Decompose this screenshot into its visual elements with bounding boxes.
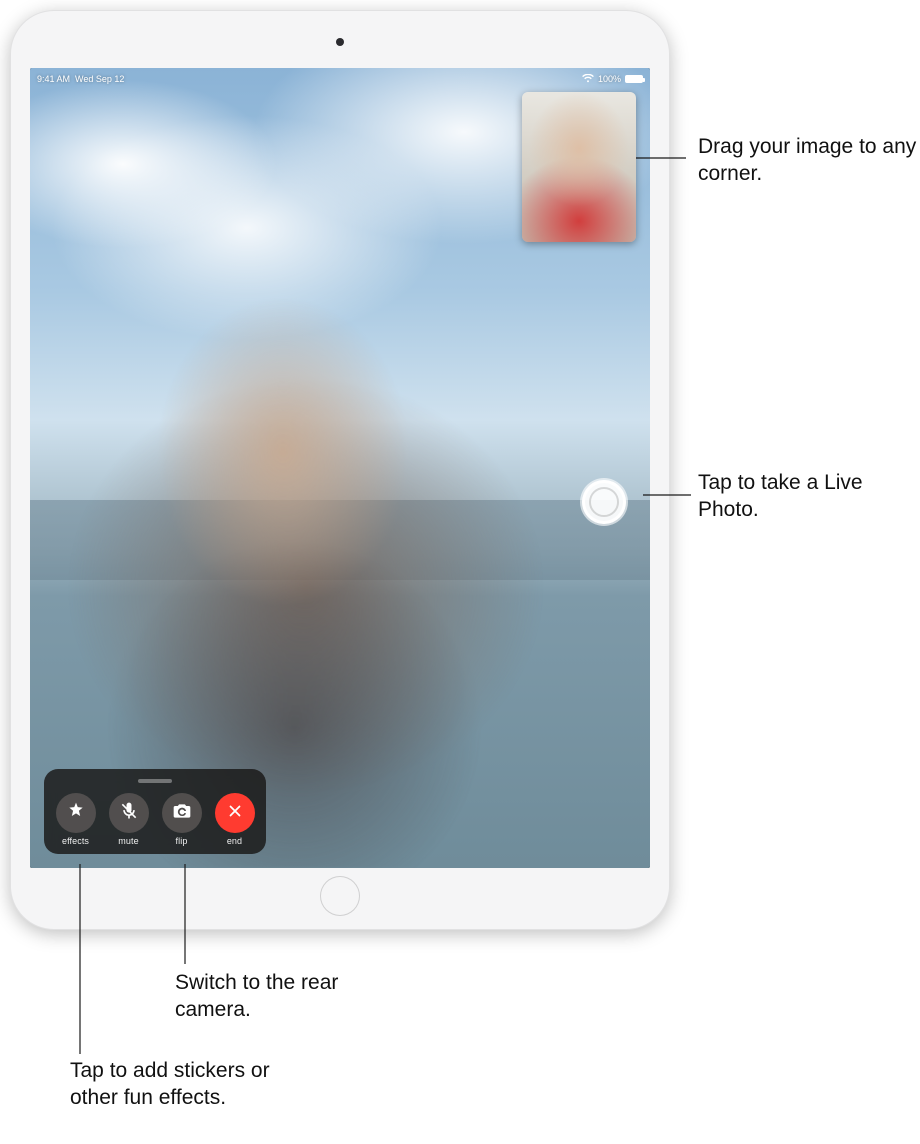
flip-label: flip [176,836,188,846]
mute-label: mute [118,836,138,846]
callout-capture: Tap to take a Live Photo. [698,470,918,524]
effects-control: effects [54,793,97,846]
flip-camera-button[interactable] [162,793,202,833]
panel-drag-handle[interactable] [138,779,172,783]
battery-icon [625,75,643,83]
ipad-device-frame: 9:41 AM Wed Sep 12 100% [10,10,670,930]
camera-flip-icon [172,801,192,826]
end-call-button[interactable] [215,793,255,833]
leader-line [175,864,195,984]
screen: 9:41 AM Wed Sep 12 100% [30,68,650,868]
mic-off-icon [119,801,139,826]
effects-label: effects [62,836,89,846]
status-time: 9:41 AM [37,74,70,84]
mute-button[interactable] [109,793,149,833]
home-button[interactable] [320,876,360,916]
status-bar: 9:41 AM Wed Sep 12 100% [30,68,650,86]
star-icon [66,801,86,826]
live-photo-capture-button[interactable] [582,480,626,524]
self-view-pip[interactable] [522,92,636,242]
status-date: Wed Sep 12 [75,74,124,84]
call-controls-panel[interactable]: effects mute fli [44,769,266,854]
wifi-icon [582,74,594,83]
end-control: end [213,793,256,846]
mute-control: mute [107,793,150,846]
callout-pip: Drag your image to any corner. [698,134,918,188]
callout-flip: Switch to the rear camera. [175,970,375,1024]
effects-button[interactable] [56,793,96,833]
status-battery-pct: 100% [598,74,621,84]
callout-effects: Tap to add stickers or other fun effects… [70,1058,310,1112]
leader-line [643,480,701,510]
flip-control: flip [160,793,203,846]
leader-line [70,864,90,1062]
end-label: end [227,836,242,846]
front-camera-dot [336,38,344,46]
close-icon [226,802,244,825]
